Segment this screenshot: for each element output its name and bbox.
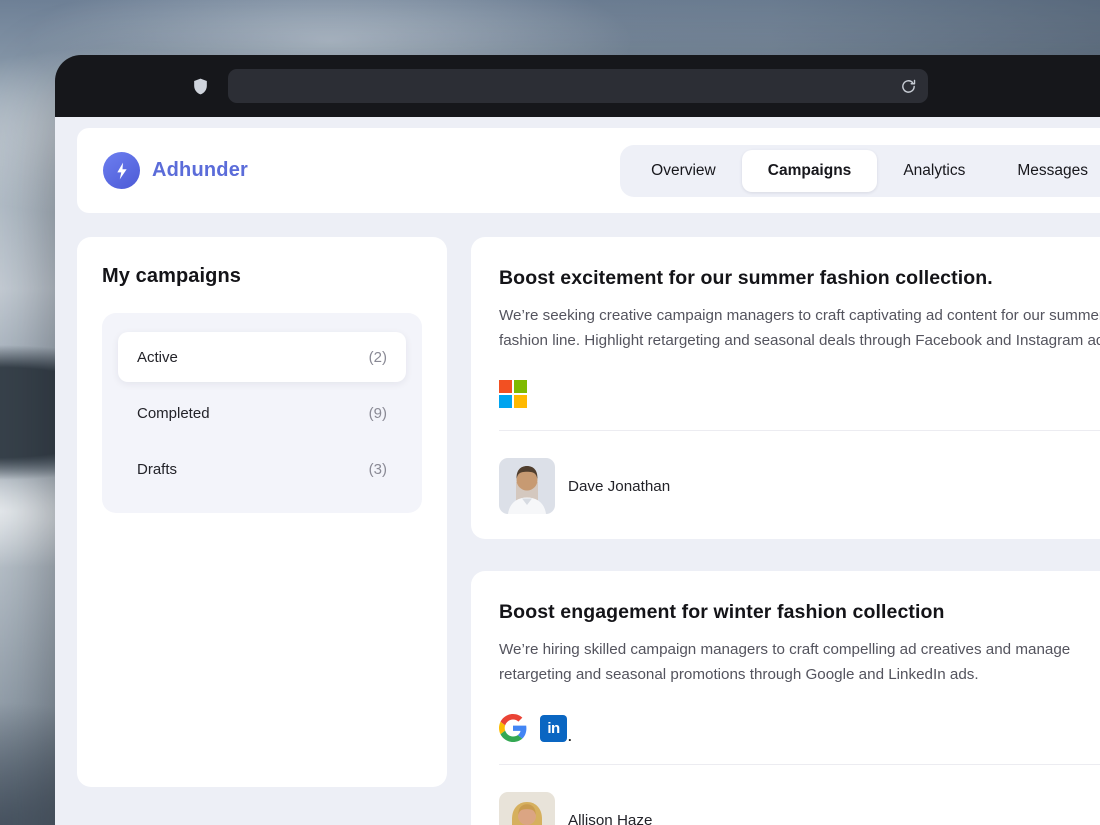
- app-header: Adhunder Overview Campaigns Analytics Me…: [77, 128, 1100, 213]
- sidebar-card: My campaigns Active (2) Completed (9) Dr…: [77, 237, 447, 787]
- linkedin-logo-icon: in.: [540, 715, 572, 742]
- owner-name: Allison Haze: [568, 812, 652, 825]
- divider: [499, 430, 1100, 431]
- tab-analytics[interactable]: Analytics: [877, 150, 991, 192]
- campaign-description: We’re hiring skilled campaign managers t…: [499, 637, 1100, 687]
- campaign-card[interactable]: Boost engagement for winter fashion coll…: [471, 571, 1100, 825]
- owner-row: Allison Haze: [499, 792, 1100, 825]
- filter-count: (3): [369, 461, 387, 478]
- description-line: We’re hiring skilled campaign managers t…: [499, 637, 1100, 662]
- shield-icon[interactable]: [191, 77, 210, 96]
- sidebar-title: My campaigns: [102, 265, 422, 288]
- owner-name: Dave Jonathan: [568, 478, 670, 495]
- description-line: We’re seeking creative campaign managers…: [499, 303, 1100, 328]
- filter-label: Completed: [137, 405, 210, 422]
- divider: [499, 764, 1100, 765]
- avatar: [499, 792, 555, 825]
- campaign-title: Boost excitement for our summer fashion …: [499, 267, 1100, 290]
- platform-icons: [499, 380, 1100, 408]
- platform-icons: in.: [499, 714, 1100, 742]
- tab-overview[interactable]: Overview: [625, 150, 742, 192]
- address-bar[interactable]: [228, 69, 928, 103]
- campaign-title: Boost engagement for winter fashion coll…: [499, 601, 1100, 624]
- description-line: retargeting and seasonal promotions thro…: [499, 662, 1100, 687]
- campaign-filter-list: Active (2) Completed (9) Drafts (3): [102, 313, 422, 513]
- campaign-list: Boost excitement for our summer fashion …: [471, 237, 1100, 825]
- avatar: [499, 458, 555, 514]
- microsoft-logo-icon: [499, 380, 527, 408]
- filter-label: Drafts: [137, 461, 177, 478]
- refresh-icon[interactable]: [900, 78, 917, 95]
- brand-name: Adhunder: [152, 159, 248, 182]
- campaign-description: We’re seeking creative campaign managers…: [499, 303, 1100, 353]
- filter-item-active[interactable]: Active (2): [118, 332, 406, 382]
- campaign-card[interactable]: Boost excitement for our summer fashion …: [471, 237, 1100, 539]
- lightning-bolt-icon: [112, 161, 132, 181]
- google-logo-icon: [499, 714, 527, 742]
- description-line: fashion line. Highlight retargeting and …: [499, 328, 1100, 353]
- owner-row: Dave Jonathan: [499, 458, 1100, 514]
- main-nav: Overview Campaigns Analytics Messages: [620, 145, 1100, 197]
- filter-count: (2): [369, 349, 387, 366]
- content-area: My campaigns Active (2) Completed (9) Dr…: [77, 237, 1100, 825]
- browser-window: Adhunder Overview Campaigns Analytics Me…: [55, 55, 1100, 825]
- filter-item-completed[interactable]: Completed (9): [118, 388, 406, 438]
- tab-campaigns[interactable]: Campaigns: [742, 150, 878, 192]
- tab-messages[interactable]: Messages: [991, 150, 1100, 192]
- filter-count: (9): [369, 405, 387, 422]
- browser-toolbar: [55, 55, 1100, 117]
- app-page: Adhunder Overview Campaigns Analytics Me…: [55, 117, 1100, 825]
- filter-label: Active: [137, 349, 178, 366]
- filter-item-drafts[interactable]: Drafts (3): [118, 444, 406, 494]
- brand-logo[interactable]: [103, 152, 140, 189]
